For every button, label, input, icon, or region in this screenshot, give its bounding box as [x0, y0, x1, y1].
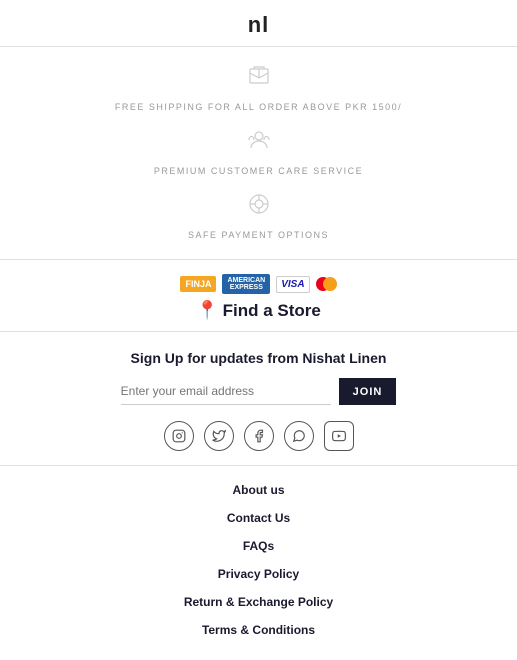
footer-link-contact[interactable]: Contact Us — [0, 504, 517, 532]
twitter-icon[interactable] — [204, 421, 234, 451]
feature-payment: SAFE PAYMENT OPTIONS — [0, 185, 517, 249]
footer-links: About us Contact Us FAQs Privacy Policy … — [0, 466, 517, 660]
email-form: JOIN — [0, 378, 517, 405]
signup-section: Sign Up for updates from Nishat Linen JO… — [0, 332, 517, 466]
payment-store-section: FINJA AMERICANEXPRESS VISA 📍 Find a Stor… — [0, 260, 517, 332]
find-store-label: Find a Store — [223, 301, 321, 321]
logo-section: nl — [0, 0, 517, 47]
customer-care-icon — [0, 127, 517, 159]
feature-shipping: FREE SHIPPING FOR ALL ORDER ABOVE PKR 15… — [0, 57, 517, 121]
instagram-icon[interactable] — [164, 421, 194, 451]
signup-title: Sign Up for updates from Nishat Linen — [0, 350, 517, 366]
whatsapp-icon[interactable] — [284, 421, 314, 451]
site-logo[interactable]: nl — [0, 12, 517, 38]
location-pin-icon: 📍 — [196, 300, 218, 321]
mastercard-badge — [316, 277, 337, 291]
footer-link-privacy[interactable]: Privacy Policy — [0, 560, 517, 588]
feature-customer-care: PREMIUM CUSTOMER CARE SERVICE — [0, 121, 517, 185]
social-icons — [0, 421, 517, 451]
facebook-icon[interactable] — [244, 421, 274, 451]
youtube-icon[interactable] — [324, 421, 354, 451]
safe-payment-label: SAFE PAYMENT OPTIONS — [188, 230, 329, 240]
footer-link-faqs[interactable]: FAQs — [0, 532, 517, 560]
shipping-icon — [0, 63, 517, 95]
payment-icons: FINJA AMERICANEXPRESS VISA — [0, 274, 517, 294]
find-store[interactable]: 📍 Find a Store — [0, 300, 517, 321]
join-button[interactable]: JOIN — [339, 378, 397, 405]
safe-payment-icon — [0, 191, 517, 223]
finja-badge: FINJA — [180, 276, 216, 292]
footer-link-return[interactable]: Return & Exchange Policy — [0, 588, 517, 616]
customer-care-label: PREMIUM CUSTOMER CARE SERVICE — [154, 166, 363, 176]
visa-badge: VISA — [276, 276, 309, 293]
footer-link-about[interactable]: About us — [0, 476, 517, 504]
shipping-label: FREE SHIPPING FOR ALL ORDER ABOVE PKR 15… — [115, 102, 402, 112]
amex-badge: AMERICANEXPRESS — [222, 274, 270, 294]
email-input[interactable] — [121, 378, 331, 405]
footer-link-terms[interactable]: Terms & Conditions — [0, 616, 517, 644]
features-section: FREE SHIPPING FOR ALL ORDER ABOVE PKR 15… — [0, 47, 517, 260]
